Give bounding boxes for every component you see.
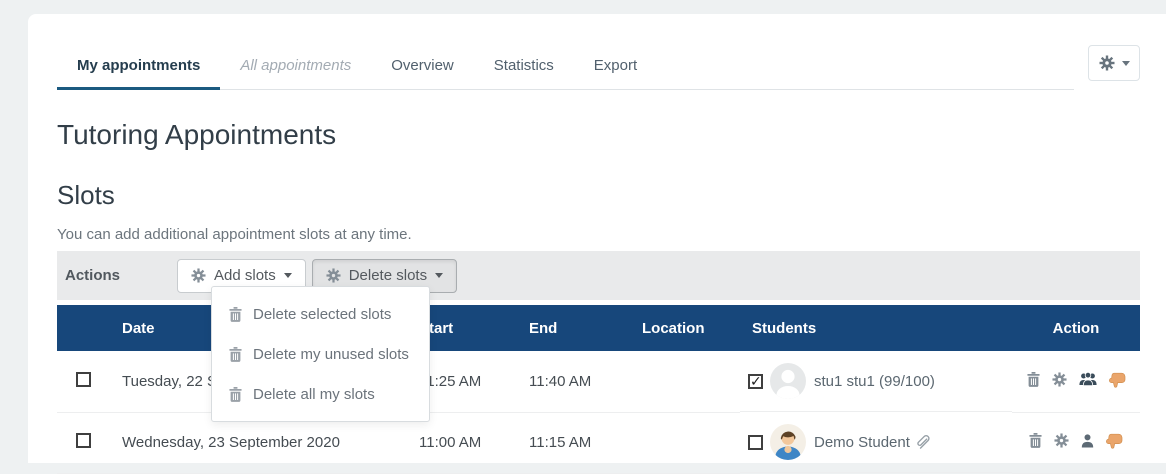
tab-bar: My appointments All appointments Overvie…	[57, 45, 1140, 90]
col-action: Action	[1012, 305, 1140, 351]
student-checkbox[interactable]	[748, 435, 763, 450]
page-title: Tutoring Appointments	[57, 119, 1140, 151]
tab-export[interactable]: Export	[574, 45, 657, 90]
gear-icon[interactable]	[1054, 433, 1069, 448]
slot-location	[630, 412, 740, 473]
delete-slots-dropdown: Delete selected slots Delete my unused s…	[211, 286, 430, 422]
row-select-checkbox[interactable]	[76, 433, 91, 448]
trash-icon[interactable]	[1027, 372, 1040, 387]
menu-item-label: Delete my unused slots	[253, 346, 409, 363]
student-name[interactable]: stu1 stu1 (99/100)	[814, 373, 935, 390]
group-icon[interactable]	[1079, 372, 1097, 387]
trash-icon	[229, 387, 242, 402]
student-checkbox[interactable]	[748, 374, 763, 389]
slot-end: 11:15 AM	[517, 412, 630, 473]
delete-slots-label: Delete slots	[349, 267, 427, 284]
slots-section-title: Slots	[57, 180, 1140, 211]
student-name-text: Demo Student	[814, 434, 910, 451]
student-name[interactable]: Demo Student	[814, 434, 931, 451]
menu-item-label: Delete selected slots	[253, 306, 391, 323]
slots-description: You can add additional appointment slots…	[57, 226, 1140, 243]
gear-icon	[326, 268, 341, 283]
menu-item-label: Delete all my slots	[253, 386, 375, 403]
person-icon[interactable]	[1081, 434, 1094, 448]
gear-icon[interactable]	[1052, 372, 1067, 387]
gear-icon	[191, 268, 206, 283]
menu-item-delete-my-unused-slots[interactable]: Delete my unused slots	[212, 334, 429, 374]
tab-all-appointments[interactable]: All appointments	[220, 45, 371, 90]
students-cell: stu1 stu1 (99/100)	[740, 351, 1012, 412]
main-card: My appointments All appointments Overvie…	[28, 14, 1166, 463]
col-select	[57, 305, 110, 351]
col-location: Location	[630, 305, 740, 351]
row-select-checkbox[interactable]	[76, 372, 91, 387]
trash-icon	[229, 307, 242, 322]
gear-icon	[1099, 55, 1115, 71]
menu-item-delete-selected-slots[interactable]: Delete selected slots	[212, 294, 429, 334]
thumbs-down-icon[interactable]	[1109, 372, 1126, 388]
col-students: Students	[740, 305, 1012, 351]
tab-my-appointments[interactable]: My appointments	[57, 45, 220, 90]
avatar	[770, 363, 806, 399]
tab-statistics[interactable]: Statistics	[474, 45, 574, 90]
slot-end: 11:40 AM	[517, 351, 630, 412]
add-slots-label: Add slots	[214, 267, 276, 284]
col-end: End	[517, 305, 630, 351]
students-cell: Demo Student	[740, 412, 1012, 473]
tabs-nav: My appointments All appointments Overvie…	[57, 45, 1074, 90]
tab-overview[interactable]: Overview	[371, 45, 474, 90]
settings-menu-button[interactable]	[1088, 45, 1140, 81]
thumbs-down-icon[interactable]	[1106, 433, 1123, 449]
trash-icon[interactable]	[1029, 433, 1042, 448]
paperclip-icon[interactable]	[916, 434, 931, 450]
chevron-down-icon	[435, 273, 443, 278]
avatar	[770, 424, 806, 460]
trash-icon	[229, 347, 242, 362]
slot-location	[630, 351, 740, 412]
chevron-down-icon	[1122, 61, 1130, 66]
actions-label: Actions	[65, 267, 177, 284]
chevron-down-icon	[284, 273, 292, 278]
menu-item-delete-all-my-slots[interactable]: Delete all my slots	[212, 374, 429, 414]
